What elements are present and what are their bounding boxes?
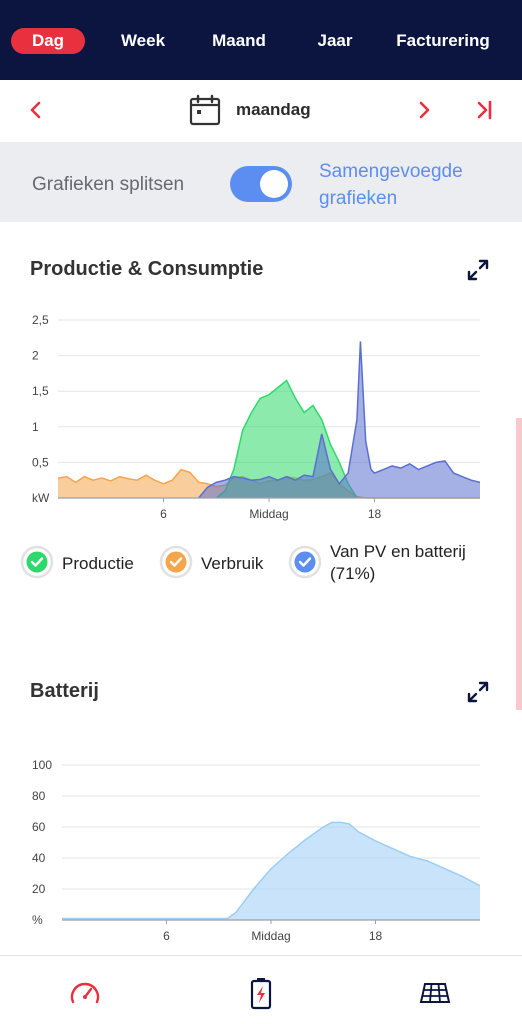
tab-jaar[interactable]: Jaar	[306, 28, 364, 54]
production-consumption-chart: 2,5 2 1,5 1 0,5 kW 6 Middag 18	[32, 313, 481, 521]
scroll-indicator[interactable]	[516, 418, 522, 710]
x-tick-label: 18	[369, 929, 383, 943]
battery-section-title: Batterij	[30, 680, 99, 702]
tab-maand[interactable]: Maand	[200, 28, 278, 54]
x-tick-label: 6	[160, 507, 167, 521]
x-tick-label: 6	[163, 929, 170, 943]
merged-charts-label[interactable]: Samengevoegde grafieken	[319, 158, 499, 212]
y-tick-label: 40	[32, 851, 46, 865]
split-toggle[interactable]	[230, 166, 292, 202]
y-tick-label: 2,5	[32, 313, 49, 327]
y-tick-label: 20	[32, 882, 46, 896]
toggle-knob	[260, 170, 288, 198]
legend-label-consumption: Verbruik	[201, 554, 264, 573]
y-unit-label: %	[32, 913, 43, 927]
y-tick-label: 2	[32, 349, 39, 363]
x-tick-label: Middag	[251, 929, 290, 943]
chart-split-bar: Grafieken splitsen Samengevoegde grafiek…	[0, 142, 522, 222]
y-tick-label: 1	[32, 420, 39, 434]
y-tick-label: 100	[32, 758, 52, 772]
chevron-left-icon[interactable]	[24, 98, 48, 122]
y-tick-label: 0,5	[32, 455, 49, 469]
expand-icon[interactable]	[466, 680, 490, 704]
y-tick-label: 1,5	[32, 384, 49, 398]
battery-chart: 100 80 60 40 20% 6 Middag 18	[32, 758, 481, 943]
skip-to-end-icon[interactable]	[472, 98, 496, 122]
battery-icon[interactable]	[244, 976, 278, 1010]
speedometer-icon[interactable]	[68, 976, 102, 1010]
chevron-right-icon[interactable]	[412, 98, 436, 122]
legend-item-pv-battery[interactable]: Van PV en batterij (71%)	[288, 542, 488, 583]
legend-item-production[interactable]: Productie	[20, 545, 150, 579]
calendar-icon[interactable]	[189, 94, 221, 126]
legend-label-pv-battery: Van PV en batterij (71%)	[330, 542, 466, 583]
x-tick-label: Middag	[249, 507, 288, 521]
solar-panel-icon[interactable]	[418, 976, 452, 1010]
y-unit-label: kW	[32, 491, 50, 505]
legend-label-production: Productie	[62, 554, 134, 573]
date-navigation: maandag	[0, 80, 522, 142]
bottom-navigation	[0, 955, 522, 1024]
expand-icon[interactable]	[466, 258, 490, 282]
selected-day-label[interactable]: maandag	[236, 100, 311, 120]
series-area	[62, 822, 480, 920]
check-circle-icon	[159, 545, 193, 579]
tab-week[interactable]: Week	[112, 28, 174, 54]
tab-facturering[interactable]: Facturering	[388, 28, 498, 54]
production-section-title: Productie & Consumptie	[30, 258, 264, 280]
y-tick-label: 80	[32, 789, 46, 803]
x-tick-label: 18	[368, 507, 382, 521]
legend-item-consumption[interactable]: Verbruik	[159, 545, 279, 579]
check-circle-icon	[288, 545, 322, 579]
tab-dag[interactable]: Dag	[11, 28, 85, 54]
period-tab-bar: Dag Week Maand Jaar Facturering	[0, 0, 522, 80]
check-circle-icon	[20, 545, 54, 579]
split-charts-label: Grafieken splitsen	[32, 174, 185, 195]
y-tick-label: 60	[32, 820, 46, 834]
